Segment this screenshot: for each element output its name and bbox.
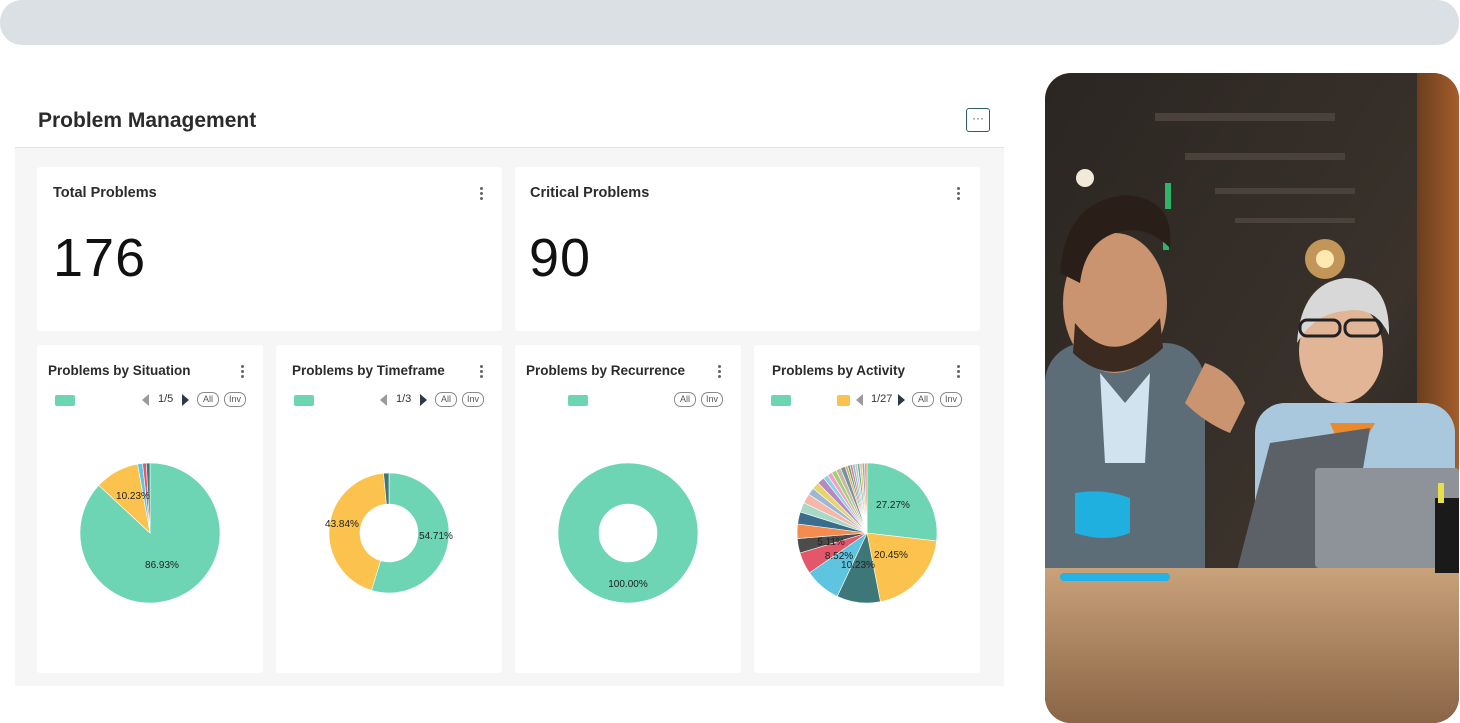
slice-label: 10.23% (116, 491, 150, 502)
slice-label: 100.00% (608, 579, 648, 590)
slice-label: 86.93% (145, 560, 179, 571)
pie-chart: 86.93% 10.23% (79, 462, 221, 604)
donut-chart: 54.71% 43.84% (325, 472, 453, 594)
kpi-value: 90 (529, 228, 592, 288)
office-photo-illustration (1045, 73, 1459, 723)
chart-card-timeframe: Problems by Timeframe 1/3 All Inv 54.71%… (276, 345, 502, 673)
kebab-menu-icon[interactable] (957, 187, 961, 201)
slice-label: 5.11% (817, 537, 845, 548)
donut-chart: 100.00% (557, 462, 699, 604)
kpi-title: Critical Problems (530, 185, 650, 201)
office-photo (1045, 73, 1459, 723)
pie-chart: 27.27%20.45%10.23%8.52%5.11% (796, 462, 938, 604)
slice-label: 43.84% (325, 519, 359, 530)
top-bar (0, 0, 1459, 45)
slice-label: 54.71% (419, 531, 453, 542)
dashboard-panel: Total Problems 176 Critical Problems 90 … (15, 148, 1004, 686)
page-title: Problem Management (38, 109, 257, 132)
chart-card-activity: Problems by Activity 1/27 All Inv 27.27%… (754, 345, 980, 673)
kpi-card-critical: Critical Problems 90 (515, 167, 980, 331)
chart-card-recurrence: Problems by Recurrence All Inv 100.00% (515, 345, 741, 673)
slice-label: 8.52% (825, 551, 853, 562)
kpi-value: 176 (53, 228, 147, 288)
more-options-button[interactable]: ··· (966, 108, 990, 132)
kpi-title: Total Problems (53, 185, 157, 201)
slice-label: 27.27% (876, 500, 910, 511)
kebab-menu-icon[interactable] (480, 187, 484, 201)
chart-card-situation: Problems by Situation 1/5 All Inv 86.93%… (37, 345, 263, 673)
slice-label: 20.45% (874, 550, 908, 561)
kpi-card-total: Total Problems 176 (37, 167, 502, 331)
